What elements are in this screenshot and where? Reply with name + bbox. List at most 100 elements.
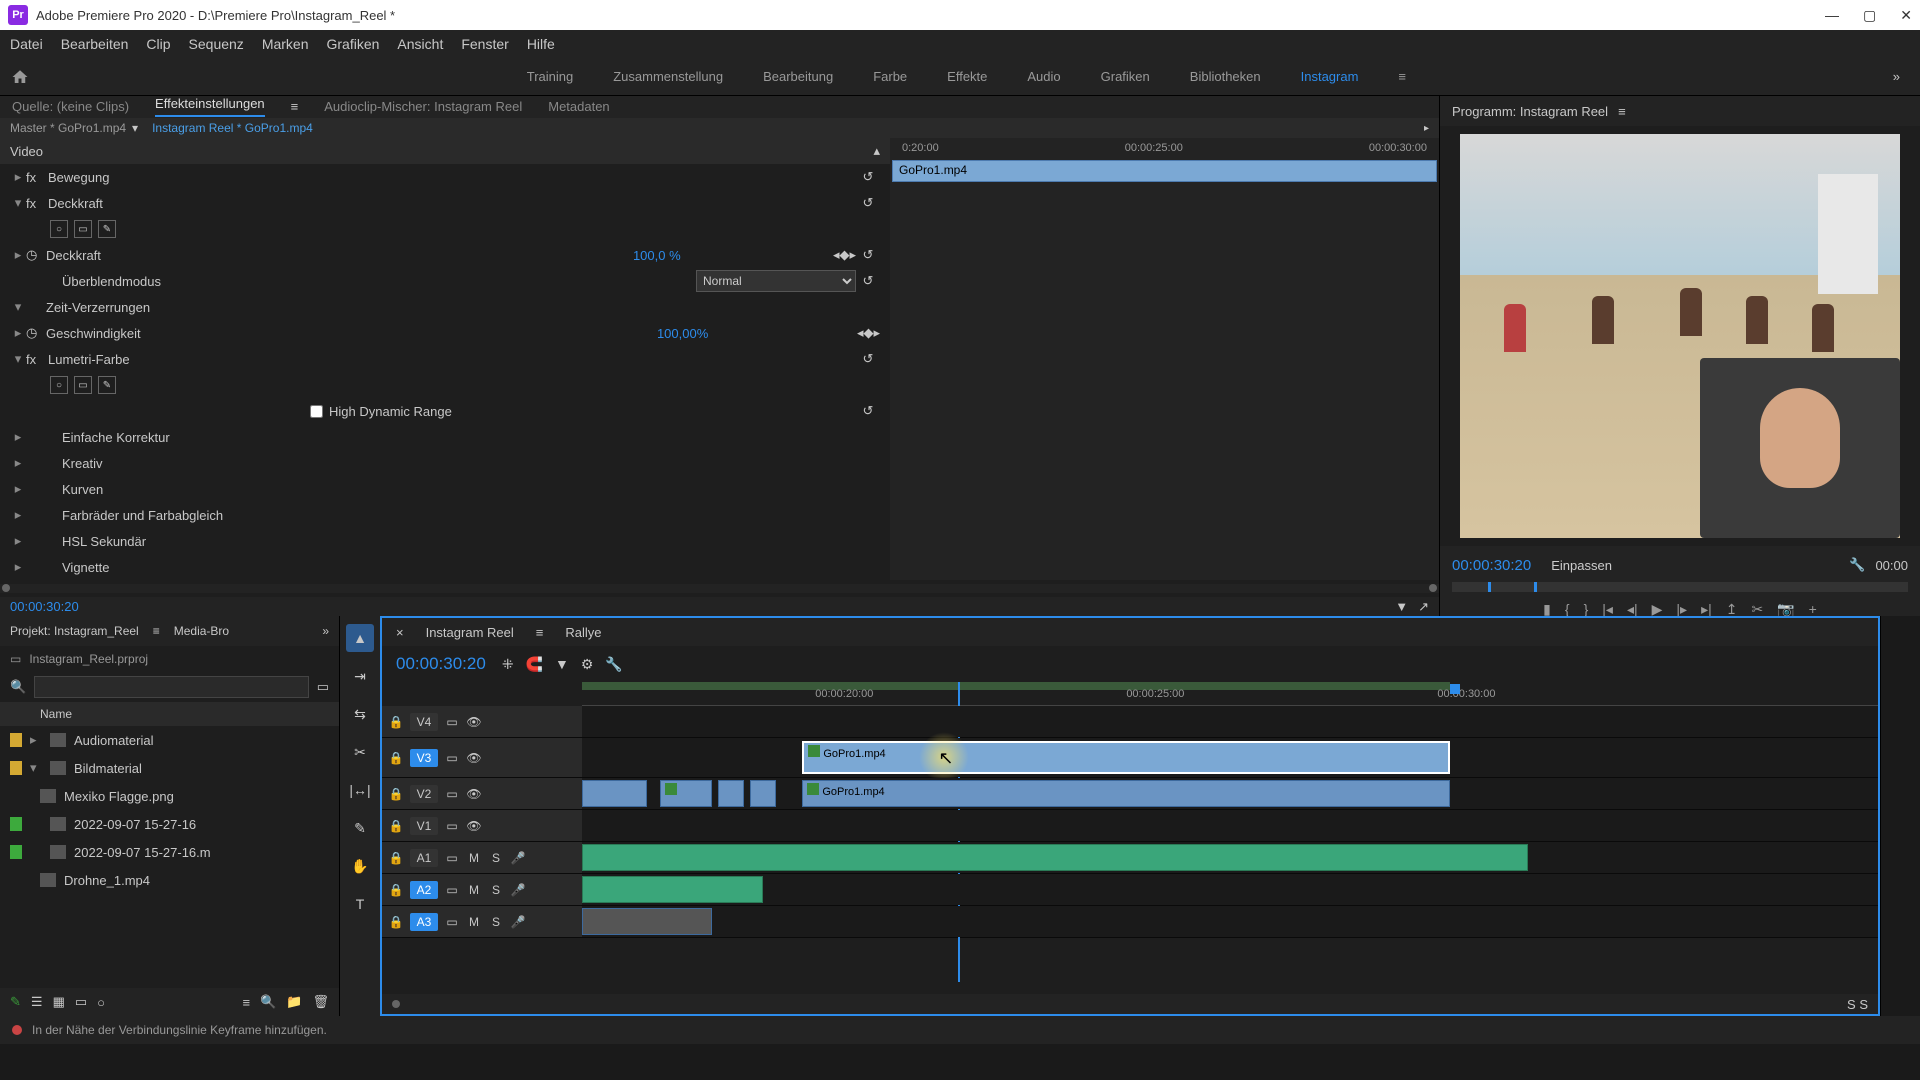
prop-vignette[interactable]: ▸Vignette	[0, 554, 890, 580]
target-icon[interactable]: ▭	[444, 751, 460, 765]
lock-icon[interactable]: 🔒	[388, 851, 404, 865]
audio-clip[interactable]	[582, 844, 1528, 870]
snap-icon[interactable]: ⁜	[502, 656, 514, 673]
ws-audio[interactable]: Audio	[1027, 69, 1060, 84]
ws-effekte[interactable]: Effekte	[947, 69, 987, 84]
prop-deckkraft[interactable]: ▾fxDeckkraft↺	[0, 190, 890, 216]
reset-icon[interactable]: ↺	[856, 169, 880, 185]
new-bin-icon[interactable]: 📁	[286, 994, 302, 1010]
filter-icon[interactable]: ▼	[1395, 599, 1408, 615]
timeline-ruler[interactable]: 00:00:20:00 00:00:25:00 00:00:30:00	[582, 682, 1878, 706]
lock-icon[interactable]: 🔒	[388, 915, 404, 929]
prop-speed[interactable]: ▸◷Geschwindigkeit100,00%◂◆▸	[0, 320, 890, 346]
minimize-button[interactable]: —	[1825, 7, 1839, 24]
button-editor-icon[interactable]: +	[1809, 601, 1817, 617]
selection-tool-icon[interactable]: ▲	[346, 624, 374, 652]
track-body[interactable]	[582, 842, 1878, 873]
sequence-clip-label[interactable]: Instagram Reel * GoPro1.mp4	[152, 121, 313, 135]
stopwatch-icon[interactable]: ◷	[26, 247, 46, 263]
rect-mask-icon[interactable]: ▭	[74, 376, 92, 394]
hand-tool-icon[interactable]: ✋	[346, 852, 374, 880]
video-clip[interactable]	[750, 780, 776, 806]
solo-icon[interactable]: S	[488, 915, 504, 929]
close-seq-icon[interactable]: ×	[396, 625, 404, 640]
ws-training[interactable]: Training	[527, 69, 573, 84]
list-item[interactable]: 2022-09-07 15-27-16.m	[0, 838, 339, 866]
timeline-tab-active[interactable]: Instagram Reel	[426, 625, 514, 640]
toggle-output-icon[interactable]: 👁	[466, 819, 482, 833]
audio-clip[interactable]	[582, 908, 712, 934]
timeline-zoom-bar[interactable]: S S	[382, 994, 1878, 1014]
col-name[interactable]: Name	[40, 707, 72, 721]
lock-icon[interactable]: 🔒	[388, 819, 404, 833]
lock-icon[interactable]: 🔒	[388, 787, 404, 801]
prop-blend-mode[interactable]: ÜberblendmodusNormal↺	[0, 268, 890, 294]
toggle-output-icon[interactable]: 👁	[466, 751, 482, 765]
reset-icon[interactable]: ↺	[856, 351, 880, 367]
home-button[interactable]	[0, 68, 40, 86]
tab-effect-controls[interactable]: Effekteinstellungen	[155, 96, 265, 117]
voice-icon[interactable]: 🎤	[510, 915, 526, 929]
target-icon[interactable]: ▭	[444, 851, 460, 865]
target-icon[interactable]: ▭	[444, 715, 460, 729]
prop-bewegung[interactable]: ▸fxBewegung↺	[0, 164, 890, 190]
mark-out-icon[interactable]: }	[1584, 601, 1589, 617]
lock-icon[interactable]: 🔒	[388, 751, 404, 765]
prop-curves[interactable]: ▸Kurven	[0, 476, 890, 502]
panel-menu-icon[interactable]: ≡	[153, 624, 160, 638]
lock-icon[interactable]: 🔒	[388, 715, 404, 729]
tab-metadata[interactable]: Metadaten	[548, 99, 609, 114]
tab-source[interactable]: Quelle: (keine Clips)	[12, 99, 129, 114]
new-item-icon[interactable]: ✎	[10, 994, 21, 1010]
video-clip[interactable]	[718, 780, 744, 806]
list-item[interactable]: Mexiko Flagge.png	[0, 782, 339, 810]
audio-clip[interactable]	[582, 876, 763, 902]
prop-opacity-value[interactable]: ▸◷Deckkraft100,0 %◂◆▸↺	[0, 242, 890, 268]
menu-grafiken[interactable]: Grafiken	[327, 36, 380, 52]
target-icon[interactable]: ▭	[444, 819, 460, 833]
search-icon[interactable]: 🔍	[10, 679, 26, 695]
icon-view-icon[interactable]: ▦	[53, 994, 65, 1010]
voice-icon[interactable]: 🎤	[510, 883, 526, 897]
mark-in-icon[interactable]: {	[1565, 601, 1570, 617]
maximize-button[interactable]: ▢	[1863, 7, 1876, 24]
video-clip[interactable]: GoPro1.mp4	[802, 780, 1450, 806]
add-key-icon[interactable]: ◆	[839, 247, 849, 263]
panel-overflow-icon[interactable]: »	[322, 624, 329, 638]
fx-badge-icon[interactable]: fx	[26, 196, 42, 211]
find-icon[interactable]: 🔍	[260, 994, 276, 1010]
list-item[interactable]: Drohne_1.mp4	[0, 866, 339, 894]
program-timecode[interactable]: 00:00:30:20	[1452, 557, 1531, 574]
type-tool-icon[interactable]: T	[346, 890, 374, 918]
panel-menu-icon[interactable]: ≡	[536, 625, 544, 640]
project-search-input[interactable]	[34, 676, 309, 698]
mute-icon[interactable]: M	[466, 915, 482, 929]
pen-mask-icon[interactable]: ✎	[98, 376, 116, 394]
video-clip-selected[interactable]: GoPro1.mp4	[802, 741, 1450, 774]
zoom-select[interactable]: Einpassen	[1551, 558, 1612, 573]
project-tab[interactable]: Projekt: Instagram_Reel	[10, 624, 139, 638]
list-item[interactable]: ▾Bildmaterial	[0, 754, 339, 782]
play-icon[interactable]: ▶	[1652, 601, 1663, 618]
track-body[interactable]	[582, 810, 1878, 841]
prop-time-remap[interactable]: ▾Zeit-Verzerrungen	[0, 294, 890, 320]
ws-overflow-icon[interactable]: »	[1893, 69, 1900, 84]
timeline-timecode[interactable]: 00:00:30:20	[396, 654, 486, 674]
prop-hsl-secondary[interactable]: ▸HSL Sekundär	[0, 528, 890, 554]
zoom-slider[interactable]: ○	[97, 995, 105, 1010]
program-scrubber[interactable]	[1452, 582, 1908, 592]
reset-icon[interactable]: ↺	[856, 403, 880, 419]
ws-instagram[interactable]: Instagram	[1301, 69, 1359, 84]
razor-tool-icon[interactable]: ✂	[346, 738, 374, 766]
go-in-icon[interactable]: |◂	[1602, 601, 1613, 618]
effect-zoom-scrollbar[interactable]	[0, 584, 1439, 593]
menu-sequenz[interactable]: Sequenz	[189, 36, 244, 52]
pen-tool-icon[interactable]: ✎	[346, 814, 374, 842]
settings-icon[interactable]: 🔧	[1849, 557, 1865, 573]
media-browser-tab[interactable]: Media-Bro	[174, 624, 229, 638]
list-view-icon[interactable]: ☰	[31, 994, 43, 1010]
menu-datei[interactable]: Datei	[10, 36, 43, 52]
slip-tool-icon[interactable]: |↔|	[346, 776, 374, 804]
ws-bearbeitung[interactable]: Bearbeitung	[763, 69, 833, 84]
master-clip-label[interactable]: Master * GoPro1.mp4	[10, 121, 126, 135]
